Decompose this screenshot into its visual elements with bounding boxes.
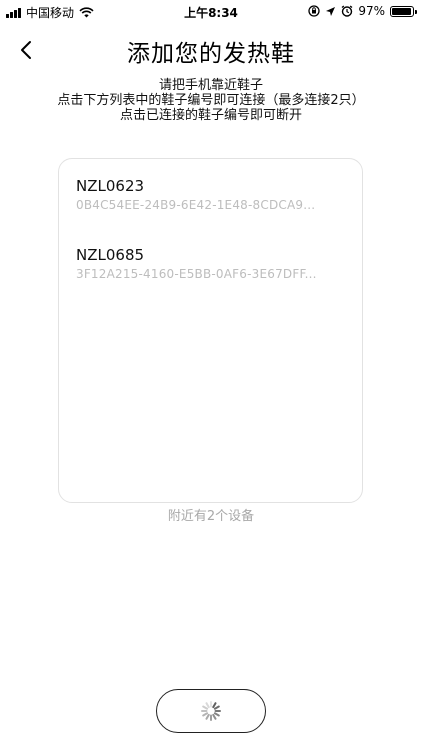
status-bar: 中国移动 上午8:34 97% xyxy=(0,0,422,24)
instruction-line: 点击下方列表中的鞋子编号即可连接（最多连接2只） xyxy=(57,93,365,108)
nearby-count: 附近有2个设备 xyxy=(167,509,255,524)
device-name: NZL0685 xyxy=(76,246,145,264)
spinner-icon xyxy=(201,701,221,721)
device-id: 3F12A215-4160-E5BB-0AF6-3E67DFF... xyxy=(76,267,317,281)
battery-percent: 97% xyxy=(358,4,385,18)
battery-icon xyxy=(390,5,417,17)
instruction-line: 点击已连接的鞋子编号即可断开 xyxy=(119,108,302,123)
location-icon xyxy=(326,6,336,16)
status-right: 97% xyxy=(308,4,417,18)
device-id: 0B4C54EE-24B9-6E42-1E48-8CDCA9... xyxy=(76,198,316,212)
device-list: NZL0623 0B4C54EE-24B9-6E42-1E48-8CDCA9..… xyxy=(58,158,363,503)
page-title: 添加您的发热鞋 xyxy=(127,41,295,67)
instruction-line: 请把手机靠近鞋子 xyxy=(158,78,263,93)
device-name: NZL0623 xyxy=(76,177,145,195)
scan-button[interactable] xyxy=(156,689,266,733)
device-item[interactable]: NZL0623 0B4C54EE-24B9-6E42-1E48-8CDCA9..… xyxy=(76,177,356,212)
rotation-lock-icon xyxy=(308,5,320,17)
device-item[interactable]: NZL0685 3F12A215-4160-E5BB-0AF6-3E67DFF.… xyxy=(76,246,356,281)
battery-fill xyxy=(392,7,412,15)
nav-header: 添加您的发热鞋 xyxy=(0,28,422,72)
alarm-icon xyxy=(341,5,353,17)
instructions: 请把手机靠近鞋子 点击下方列表中的鞋子编号即可连接（最多连接2只） 点击已连接的… xyxy=(0,78,422,123)
